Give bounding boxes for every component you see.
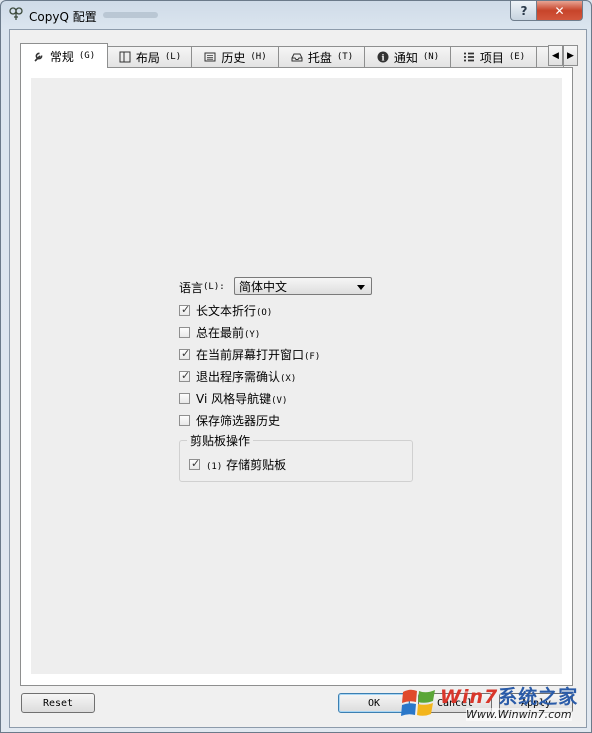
option-label: 保存筛选器历史 [196, 413, 281, 428]
option-always-on-top[interactable]: 总在最前(Y) [179, 323, 260, 341]
title-bar[interactable]: CopyQ 配置 ? ✕ [1, 1, 591, 29]
checkmark-icon: ✓ [181, 302, 191, 316]
checkbox[interactable] [179, 392, 190, 404]
option-label: 总在最前 [196, 325, 245, 340]
language-row: 语言 (L): [179, 276, 225, 298]
tab-general[interactable]: 常规 (G) [20, 43, 108, 68]
option-open-on-current-screen[interactable]: ✓ 在当前屏幕打开窗口(F) [179, 345, 320, 363]
watermark: Win7系统之家 Www.Winwin7.com [400, 680, 590, 730]
tab-scroll-left-button[interactable]: ◀ [548, 45, 563, 66]
option-label: 退出程序需确认 [196, 369, 281, 384]
tab-notification-label: 通知 [393, 50, 418, 65]
tab-general-label: 常规 [49, 49, 74, 64]
option-wrap-long-text[interactable]: ✓ 长文本折行(O) [179, 301, 272, 319]
tab-items-label: 项目 [479, 50, 504, 65]
option-vi-navigation[interactable]: Vi 风格导航键(V) [179, 389, 287, 407]
tab-notification-accel: (N) [422, 52, 440, 62]
settings-content: 语言 (L): 简体中文 ✓ 长文本折行(O) 总在最前(Y) ✓ 在当前屏幕打… [31, 78, 562, 674]
language-label: 语言 [179, 280, 204, 295]
checkbox[interactable] [179, 414, 190, 426]
layout-icon [119, 51, 131, 63]
help-button[interactable]: ? [510, 1, 538, 21]
option-save-filter-history[interactable]: 保存筛选器历史 [179, 411, 280, 429]
svg-text:i: i [381, 52, 384, 62]
clipboard-group-title: 剪贴板操作 [187, 432, 254, 449]
config-window: CopyQ 配置 ? ✕ 常规 (G) 布局 (L) 历史 (H) 托盘 (T) [0, 0, 592, 733]
tab-general-accel: (G) [78, 51, 96, 61]
language-accel: (L): [203, 282, 225, 292]
watermark-url: Www.Winwin7.com [466, 708, 572, 721]
info-icon: i [377, 51, 389, 63]
copyq-app-icon [9, 7, 23, 20]
option-label: 在当前屏幕打开窗口 [196, 347, 305, 362]
wrench-icon [34, 52, 43, 62]
option-store-clipboard[interactable]: ✓ (1) 存储剪贴板 [189, 455, 286, 473]
reset-button[interactable]: Reset [21, 693, 95, 713]
option-accel: (F) [304, 351, 321, 362]
checkmark-icon: ✓ [181, 368, 191, 382]
tab-tray-accel: (T) [336, 52, 354, 62]
option-label: 长文本折行 [196, 303, 257, 318]
tab-tray-label: 托盘 [307, 50, 332, 65]
tab-history-accel: (H) [250, 52, 267, 62]
option-label: 存储剪贴板 [226, 457, 287, 472]
tray-icon [291, 53, 303, 62]
close-button[interactable]: ✕ [536, 1, 583, 21]
title-blurred-text [103, 12, 158, 18]
tab-bar: 常规 (G) 布局 (L) 历史 (H) 托盘 (T) i 通知 (N) 项目 (E) [20, 43, 580, 68]
watermark-brand: Win7系统之家 [440, 686, 579, 708]
list-icon [463, 52, 474, 62]
tab-layout-accel: (L) [164, 52, 182, 62]
windows-logo-icon [401, 689, 435, 716]
tab-layout[interactable]: 布局 (L) [107, 46, 193, 67]
language-value: 简体中文 [239, 280, 288, 294]
tab-notification[interactable]: i 通知 (N) [364, 46, 452, 67]
history-icon [204, 52, 216, 62]
checkbox[interactable]: ✓ [189, 456, 201, 470]
option-confirm-exit[interactable]: ✓ 退出程序需确认(X) [179, 367, 296, 385]
tab-history[interactable]: 历史 (H) [191, 46, 280, 67]
tab-history-label: 历史 [221, 50, 246, 65]
checkbox[interactable]: ✓ [179, 346, 191, 360]
tab-tray[interactable]: 托盘 (T) [278, 46, 366, 67]
option-label: Vi 风格导航键 [196, 391, 272, 406]
checkmark-icon: ✓ [181, 346, 191, 360]
checkmark-icon: ✓ [191, 456, 201, 470]
checkbox[interactable]: ✓ [179, 368, 191, 382]
option-accel: (X) [280, 373, 297, 384]
option-accel: (Y) [244, 329, 261, 340]
tab-items-accel: (E) [508, 52, 526, 62]
checkbox[interactable] [179, 326, 190, 338]
dropdown-arrow-icon [357, 285, 365, 290]
option-accel: (O) [256, 307, 273, 318]
checkbox[interactable]: ✓ [179, 302, 191, 316]
tab-items[interactable]: 项目 (E) [450, 46, 538, 67]
option-accel: (V) [271, 395, 288, 406]
client-area: 常规 (G) 布局 (L) 历史 (H) 托盘 (T) i 通知 (N) 项目 (E) [9, 29, 587, 728]
tab-scroll-right-button[interactable]: ▶ [563, 45, 578, 66]
tab-panel-general: 语言 (L): 简体中文 ✓ 长文本折行(O) 总在最前(Y) ✓ 在当前屏幕打… [20, 67, 573, 686]
window-title: CopyQ 配置 [29, 10, 97, 24]
language-select[interactable]: 简体中文 [234, 277, 372, 295]
option-accel: (1) [206, 461, 223, 472]
tab-layout-label: 布局 [135, 50, 160, 65]
